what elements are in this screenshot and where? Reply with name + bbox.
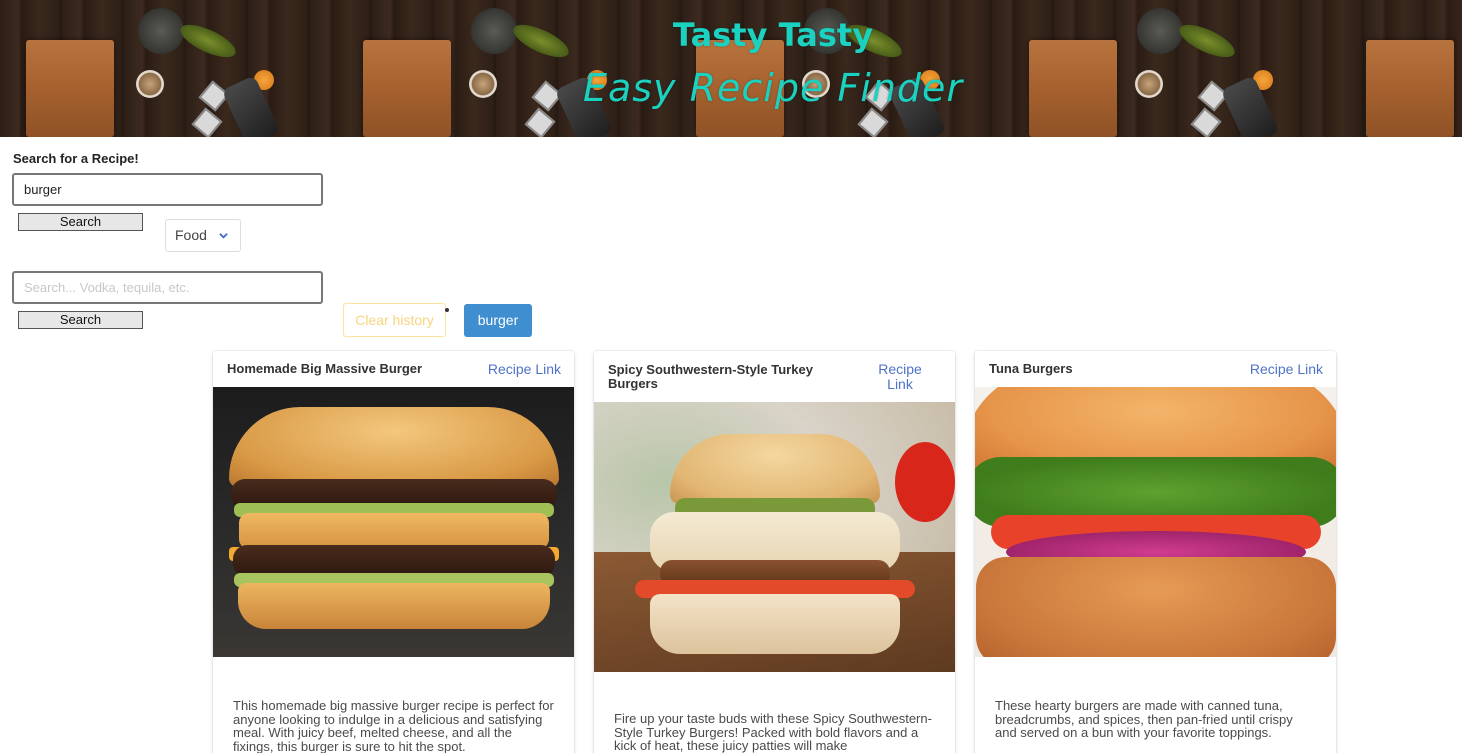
recipe-image [213,387,574,657]
chevron-down-icon [219,233,228,239]
recipe-link[interactable]: Recipe Link [488,361,561,377]
recipe-image [594,402,955,672]
recipe-title: Tuna Burgers [989,361,1073,376]
food-search-label: Search for a Recipe! [13,151,139,166]
drink-search-input[interactable] [12,271,323,304]
recipe-type-select[interactable]: Food [165,219,241,252]
recipe-card: Spicy Southwestern-Style Turkey Burgers … [594,351,955,753]
header-banner: Tasty Tasty Easy Recipe Finder [0,0,1462,137]
list-bullet [445,308,449,312]
clear-history-button[interactable]: Clear history [343,303,446,337]
recipe-description: This homemade big massive burger recipe … [233,698,554,753]
recipe-card: Homemade Big Massive Burger Recipe Link … [213,351,574,753]
recipe-card: Tuna Burgers Recipe Link These hearty bu… [975,351,1336,753]
recipe-title: Spicy Southwestern-Style Turkey Burgers [608,361,813,391]
site-title: Tasty Tasty [672,16,874,54]
food-search-button[interactable]: Search [18,213,143,231]
history-item-button[interactable]: burger [464,304,532,337]
drink-search-button[interactable]: Search [18,311,143,329]
recipe-description: Fire up your taste buds with these Spicy… [614,711,932,753]
recipe-image [975,387,1336,657]
recipe-type-value: Food [175,227,207,243]
recipe-description: These hearty burgers are made with canne… [995,698,1293,740]
food-search-input[interactable] [12,173,323,206]
recipe-link[interactable]: Recipe Link [870,361,930,392]
site-subtitle: Easy Recipe Finder [582,66,964,110]
recipe-link[interactable]: Recipe Link [1250,361,1323,377]
recipe-title: Homemade Big Massive Burger [227,361,423,376]
